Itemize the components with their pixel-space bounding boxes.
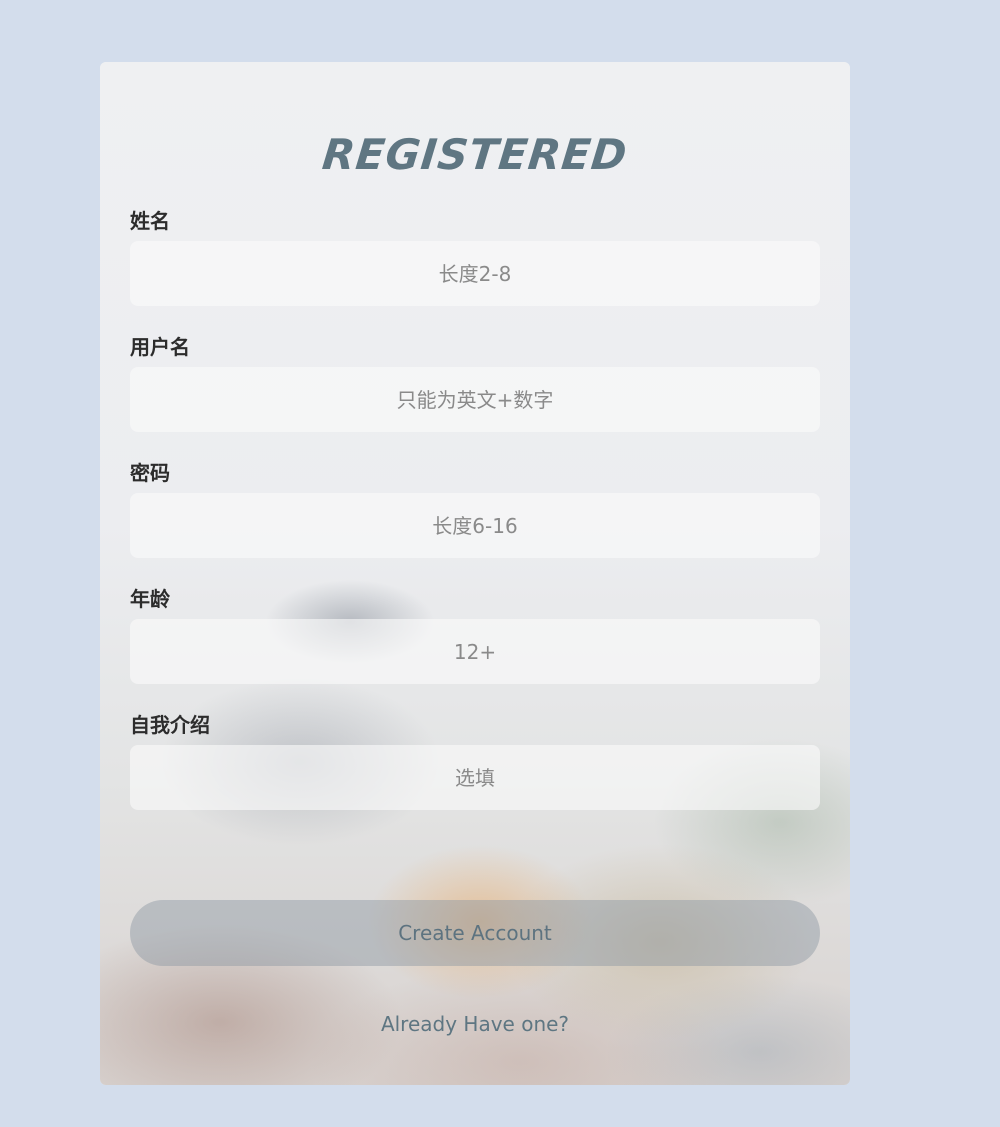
username-label: 用户名 xyxy=(130,335,190,359)
name-label: 姓名 xyxy=(130,209,170,233)
bio-label: 自我介绍 xyxy=(130,713,210,737)
bio-input[interactable] xyxy=(130,745,820,810)
username-input[interactable] xyxy=(130,367,820,432)
password-input[interactable] xyxy=(130,493,820,558)
age-label: 年龄 xyxy=(130,587,170,611)
age-input[interactable] xyxy=(130,619,820,684)
already-have-account-link[interactable]: Already Have one? xyxy=(100,1012,850,1036)
registration-card: REGISTERED 姓名 用户名 密码 年龄 自我介绍 Create Acco… xyxy=(100,62,850,1085)
create-account-button[interactable]: Create Account xyxy=(130,900,820,966)
form-title: REGISTERED xyxy=(320,130,630,179)
password-label: 密码 xyxy=(130,461,170,485)
name-input[interactable] xyxy=(130,241,820,306)
